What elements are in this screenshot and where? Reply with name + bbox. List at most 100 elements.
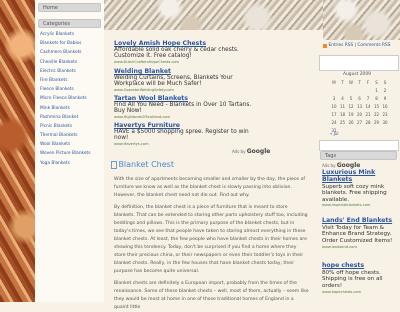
category-link[interactable]: Electric Blankets [40, 67, 104, 76]
rss-icon [323, 43, 327, 48]
category-link[interactable]: Picnic Blankets [40, 122, 104, 131]
calendar-day: 30 [382, 120, 388, 125]
ad-desc: Visit Today for Team & Enhance Brand Str… [322, 224, 393, 244]
rss-links[interactable]: Entries RSS | Comments RSS [323, 43, 391, 49]
category-link[interactable]: Thermal Blankets [40, 131, 104, 140]
categories-heading: Categories [38, 19, 101, 28]
right-ad-1[interactable]: Luxurious Mink Blankets Superb soft cozy… [322, 169, 394, 208]
category-link[interactable]: Wool Blankets [40, 140, 104, 149]
right-header-photo [323, 0, 400, 40]
ad-url[interactable]: www.OperatorWeldingSafety.com [114, 88, 233, 93]
ad-title[interactable]: Lands' End Blankets [322, 217, 394, 225]
category-link[interactable]: Micro Fleece Blankets [40, 94, 104, 103]
calendar-day: 29 [373, 120, 380, 125]
category-link[interactable]: Acrylic Blankets [40, 30, 104, 39]
ads-by-label: Ads by [322, 163, 336, 168]
tags-heading: Tags [320, 151, 397, 160]
calendar-day: 7 [366, 96, 370, 101]
category-list: Acrylic Blankets Blankets for Babies Cashm… [40, 30, 104, 168]
right-ad-2[interactable]: Lands' End Blankets Visit Today for Team… [322, 217, 394, 250]
category-link[interactable]: Fleece Blankets [40, 85, 104, 94]
calendar-day: 3 [332, 96, 336, 101]
ad-url[interactable]: www.imperialblankets.com [322, 203, 394, 208]
calendar-day: 13 [356, 104, 363, 109]
calendar-month: August 2009 [343, 72, 371, 77]
ad-item-1[interactable]: Lovely Amish Hope Chests Affordable soli… [114, 40, 239, 65]
ad-desc: HAVE a $5000 shopping spree. Register to… [114, 129, 249, 135]
category-select[interactable] [319, 140, 399, 151]
category-link[interactable]: Cashmere Blankets [40, 48, 104, 57]
calendar-prev-link[interactable]: « Jul [330, 131, 339, 136]
calendar-day: 22 [373, 112, 380, 117]
calendar-day: 6 [358, 96, 361, 101]
ad-item-4[interactable]: Havertys Furniture HAVE a $5000 shopping… [114, 122, 249, 147]
post-header: Blanket Chest [111, 160, 174, 169]
calendar-day: 21 [365, 112, 371, 117]
calendar-day: 2 [383, 88, 387, 93]
rss-text[interactable]: Entries RSS | Comments RSS [328, 43, 390, 48]
search-input[interactable] [319, 55, 399, 71]
left-food-photo [0, 0, 36, 302]
calendar-day: 25 [339, 120, 346, 125]
calendar-day: 18 [339, 112, 346, 117]
calendar-weekday: M [332, 80, 336, 85]
header-photo [104, 0, 323, 30]
ads-by-label: Ads by [232, 149, 246, 154]
calendar-day: 27 [356, 120, 363, 125]
calendar-day: 12 [348, 104, 354, 109]
calendar-day: 24 [331, 120, 337, 125]
home-label: Home [43, 5, 58, 11]
calendar-weekday: F [366, 80, 370, 85]
post-body: With the size of apartments becoming sma… [114, 176, 309, 312]
ad-url[interactable]: www.HighlandsOfScotland.com [114, 115, 251, 120]
ad-url[interactable]: www.Havertys.com [114, 142, 249, 147]
calendar-day: 23 [382, 112, 388, 117]
post-paragraph: With the size of apartments becoming sma… [114, 177, 306, 198]
calendar-day: 28 [365, 120, 371, 125]
ad-title[interactable]: hope chests [322, 262, 394, 270]
ad-url[interactable]: www.DutchCraftersHopeChests.com [114, 60, 239, 65]
category-link[interactable]: Yoga Blankets [40, 159, 104, 168]
category-link[interactable]: Blankets for Babies [40, 39, 104, 48]
calendar: M T W T F S S 1 2 3 4 5 6 7 8 9 10 11 12 13 14 15 16 17 18 19 20 21… [330, 80, 392, 136]
ad-title[interactable]: Tartan Wool Blankets [114, 95, 251, 102]
ads-by-google[interactable]: Ads by Google [232, 148, 270, 155]
calendar-weekday: T [358, 80, 361, 85]
calendar-day: 1 [375, 88, 378, 93]
calendar-day: 20 [356, 112, 363, 117]
google-logo: Google [246, 148, 271, 155]
ad-url[interactable]: www.hopechests.com [322, 290, 394, 295]
calendar-day: 17 [331, 112, 337, 117]
category-link[interactable]: Chenille Blankets [40, 58, 104, 67]
calendar-day: 8 [375, 96, 378, 101]
calendar-day: 19 [348, 112, 354, 117]
calendar-day: 4 [341, 96, 344, 101]
category-link[interactable]: Fire Blankets [40, 76, 104, 85]
ad-title[interactable]: Havertys Furniture [114, 122, 249, 129]
categories-label: Categories [43, 21, 70, 27]
calendar-day: 5 [349, 96, 353, 101]
ad-title[interactable]: Lovely Amish Hope Chests [114, 40, 239, 47]
post-paragraph: Blanket chests are definitely a European… [114, 281, 309, 310]
ad-title[interactable]: Luxurious Mink Blankets [322, 169, 394, 184]
post-title[interactable]: Blanket Chest [118, 160, 174, 169]
right-ads-by-google[interactable]: Ads by Google [322, 162, 360, 169]
calendar-day: 10 [331, 104, 337, 109]
ad-desc: 80% off hope chests. Shipping is free on… [322, 269, 383, 289]
home-button[interactable]: Home [38, 3, 101, 12]
ad-title[interactable]: Welding Blanket [114, 68, 233, 75]
category-link[interactable]: Mink Blankets [40, 104, 104, 113]
ad-item-3[interactable]: Tartan Wool Blankets Find All You Need -… [114, 95, 251, 120]
calendar-day: 16 [382, 104, 388, 109]
calendar-day: 15 [373, 104, 380, 109]
right-ad-3[interactable]: hope chests 80% off hope chests. Shippin… [322, 262, 394, 295]
calendar-day: 11 [339, 104, 346, 109]
ad-item-2[interactable]: Welding Blanket Welding Curtains, Screen… [114, 68, 233, 93]
calendar-day: 9 [383, 96, 387, 101]
ad-url[interactable]: www.landsend.com [322, 245, 394, 250]
category-link[interactable]: Woven Picture Blankets [40, 149, 104, 158]
calendar-weekday: W [349, 80, 353, 85]
calendar-day: 26 [348, 120, 354, 125]
calendar-day: 14 [365, 104, 371, 109]
category-link[interactable]: Pashmina Blanket [40, 113, 104, 122]
